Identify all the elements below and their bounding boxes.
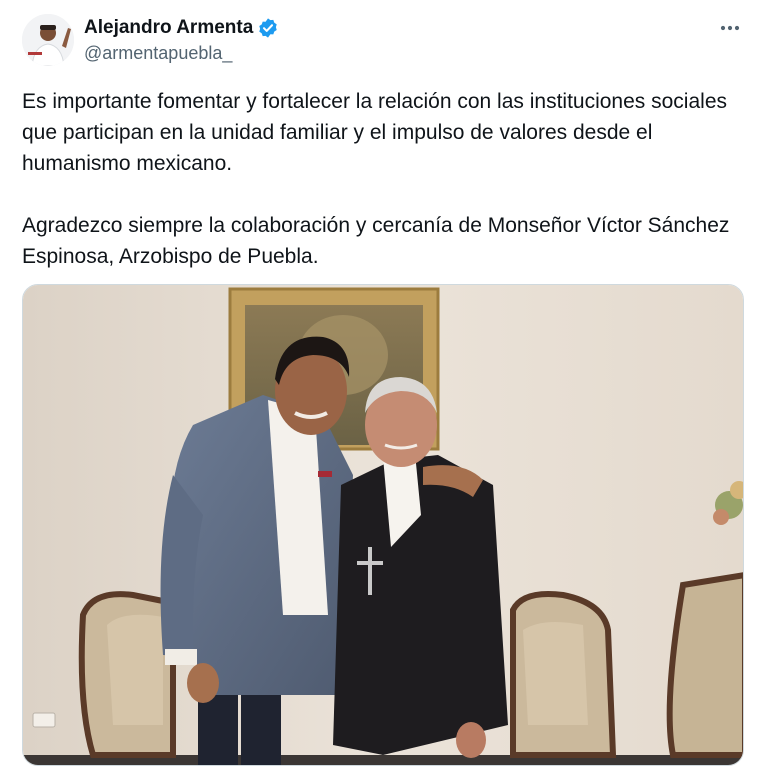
more-horizontal-icon [720, 25, 740, 31]
author-handle[interactable]: @armentapuebla_ [84, 43, 232, 64]
author-display-name[interactable]: Alejandro Armenta [84, 17, 253, 39]
tweet-paragraph-2: Agradezco siempre la colaboración y cerc… [22, 214, 730, 268]
more-options-button[interactable] [713, 14, 747, 42]
author-avatar[interactable] [22, 14, 74, 66]
wall-outlet [32, 712, 56, 728]
tweet-card[interactable]: Alejandro Armenta @armentapuebla_ Es imp… [0, 0, 765, 770]
author-name-row: Alejandro Armenta [84, 16, 279, 40]
photo-image [23, 285, 743, 765]
cassock [333, 455, 508, 755]
side-chair [666, 572, 743, 758]
tweet-text: Es importante fomentar y fortalecer la r… [22, 86, 742, 272]
verified-badge-icon [257, 17, 279, 39]
tweet-paragraph-1: Es importante fomentar y fortalecer la r… [22, 90, 727, 175]
avatar-image [22, 14, 74, 66]
tweet-photo[interactable] [22, 284, 744, 766]
